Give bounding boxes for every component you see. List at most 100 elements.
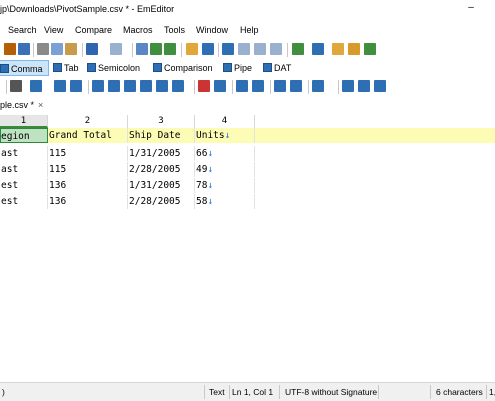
find-prev-icon[interactable] [164,43,176,55]
table-row: ast 115 1/31/2005 66↓ [0,146,495,161]
minimize-button[interactable]: – [463,2,479,18]
cell-region[interactable]: est [0,178,48,193]
csv-mode-dat[interactable]: DAT [261,60,291,76]
dropdown-icon[interactable] [4,43,16,55]
cell-units[interactable]: 49↓ [195,162,255,177]
tools-icon[interactable] [10,80,22,92]
number-icon[interactable] [290,80,302,92]
highlight-icon[interactable] [186,43,198,55]
tools-icon[interactable] [312,43,324,55]
menu-help[interactable]: Help [240,25,259,35]
status-extra: 1, [489,387,495,397]
cut-icon[interactable] [37,43,49,55]
csv-mode-tab[interactable]: Tab [51,60,79,76]
grid-icon [153,63,162,72]
line-break-icon: ↓ [224,130,231,141]
menu-window[interactable]: Window [196,25,228,35]
csv-mode-bar: Comma Tab Semicolon Comparison Pipe DAT [0,60,495,77]
insert-column-icon[interactable] [54,80,66,92]
wrap-icon[interactable] [274,80,286,92]
cell-units[interactable]: 58↓ [195,194,255,209]
split-icon[interactable] [252,80,264,92]
status-encoding[interactable]: UTF-8 without Signature [285,387,377,397]
macro-icon[interactable] [292,43,304,55]
cell-region[interactable]: ast [0,162,48,177]
join-icon[interactable] [236,80,248,92]
ruler-icon[interactable] [214,80,226,92]
cell-ship-date[interactable]: 1/31/2005 [128,178,195,193]
document-tabs: ple.csv * × [0,96,495,116]
cell-grand-total[interactable]: 115 [48,146,128,161]
csv-mode-semicolon[interactable]: Semicolon [85,60,140,76]
compare-icon[interactable] [254,43,266,55]
menu-bar: Search View Compare Macros Tools Window … [0,22,495,40]
menu-compare[interactable]: Compare [75,25,112,35]
cell-units[interactable]: 66↓ [195,146,255,161]
delete-column-icon[interactable] [70,80,82,92]
format-icon[interactable] [312,80,324,92]
sort-len-icon[interactable] [156,80,168,92]
plugin-icon[interactable] [332,43,344,55]
csv-icon[interactable] [222,43,234,55]
column-header-3[interactable]: 3 [128,115,195,128]
column-icon[interactable] [30,80,42,92]
menu-view[interactable]: View [44,25,63,35]
split-icon[interactable] [270,43,282,55]
menu-search[interactable]: Search [8,25,37,35]
filter-icon[interactable] [202,43,214,55]
grid-icon [87,63,96,72]
redo-icon[interactable] [110,43,122,55]
main-toolbar [0,40,495,60]
sort-asc-alt-icon[interactable] [124,80,136,92]
menu-tools[interactable]: Tools [164,25,185,35]
sort-desc-icon[interactable] [108,80,120,92]
close-icon[interactable]: × [38,100,43,110]
cell-header-grand-total[interactable]: Grand Total [48,128,128,143]
sort-len-desc-icon[interactable] [172,80,184,92]
cell-units[interactable]: 78↓ [195,178,255,193]
cell-ship-date[interactable]: 2/28/2005 [128,194,195,209]
header-row: egion Grand Total Ship Date Units↓ [0,128,495,143]
csv-grid[interactable]: egion Grand Total Ship Date Units↓ ast 1… [0,128,495,382]
cell-header-ship-date[interactable]: Ship Date [128,128,195,143]
unique-icon[interactable] [342,80,354,92]
merge-icon[interactable] [358,80,370,92]
cell-ship-date[interactable]: 2/28/2005 [128,162,195,177]
sort-desc-alt-icon[interactable] [140,80,152,92]
spell-icon[interactable] [198,80,210,92]
column-header-1[interactable]: 1 [0,115,48,128]
grid-icon [263,63,272,72]
cell-header-region[interactable]: egion [0,128,48,143]
tab-pivotsample[interactable]: ple.csv * × [0,96,50,115]
copy-icon[interactable] [51,43,63,55]
csv-mode-comparison[interactable]: Comparison [151,60,213,76]
table-row: est 136 2/28/2005 58↓ [0,194,495,209]
cell-grand-total[interactable]: 136 [48,194,128,209]
window-icon[interactable] [364,43,376,55]
paste-icon[interactable] [65,43,77,55]
menu-macros[interactable]: Macros [123,25,153,35]
sort-asc-icon[interactable] [92,80,104,92]
export-icon[interactable] [374,80,386,92]
find-next-icon[interactable] [150,43,162,55]
cell-region[interactable]: est [0,194,48,209]
save-icon[interactable] [18,43,30,55]
grid-icon [223,63,232,72]
status-mode[interactable]: Text [209,387,225,397]
csv-toolbar [0,77,495,97]
settings-icon[interactable] [348,43,360,55]
cell-grand-total[interactable]: 136 [48,178,128,193]
cell-header-units[interactable]: Units↓ [195,128,255,143]
window-title: jp\Downloads\PivotSample.csv * - EmEdito… [0,4,175,14]
status-position[interactable]: Ln 1, Col 1 [232,387,273,397]
cell-region[interactable]: ast [0,146,48,161]
find-icon[interactable] [136,43,148,55]
cell-grand-total[interactable]: 115 [48,162,128,177]
cell-ship-date[interactable]: 1/31/2005 [128,146,195,161]
columns-icon[interactable] [238,43,250,55]
column-header-2[interactable]: 2 [48,115,128,128]
undo-icon[interactable] [86,43,98,55]
csv-mode-comma[interactable]: Comma [0,60,49,76]
csv-mode-pipe[interactable]: Pipe [221,60,252,76]
column-header-4[interactable]: 4 [195,115,255,128]
